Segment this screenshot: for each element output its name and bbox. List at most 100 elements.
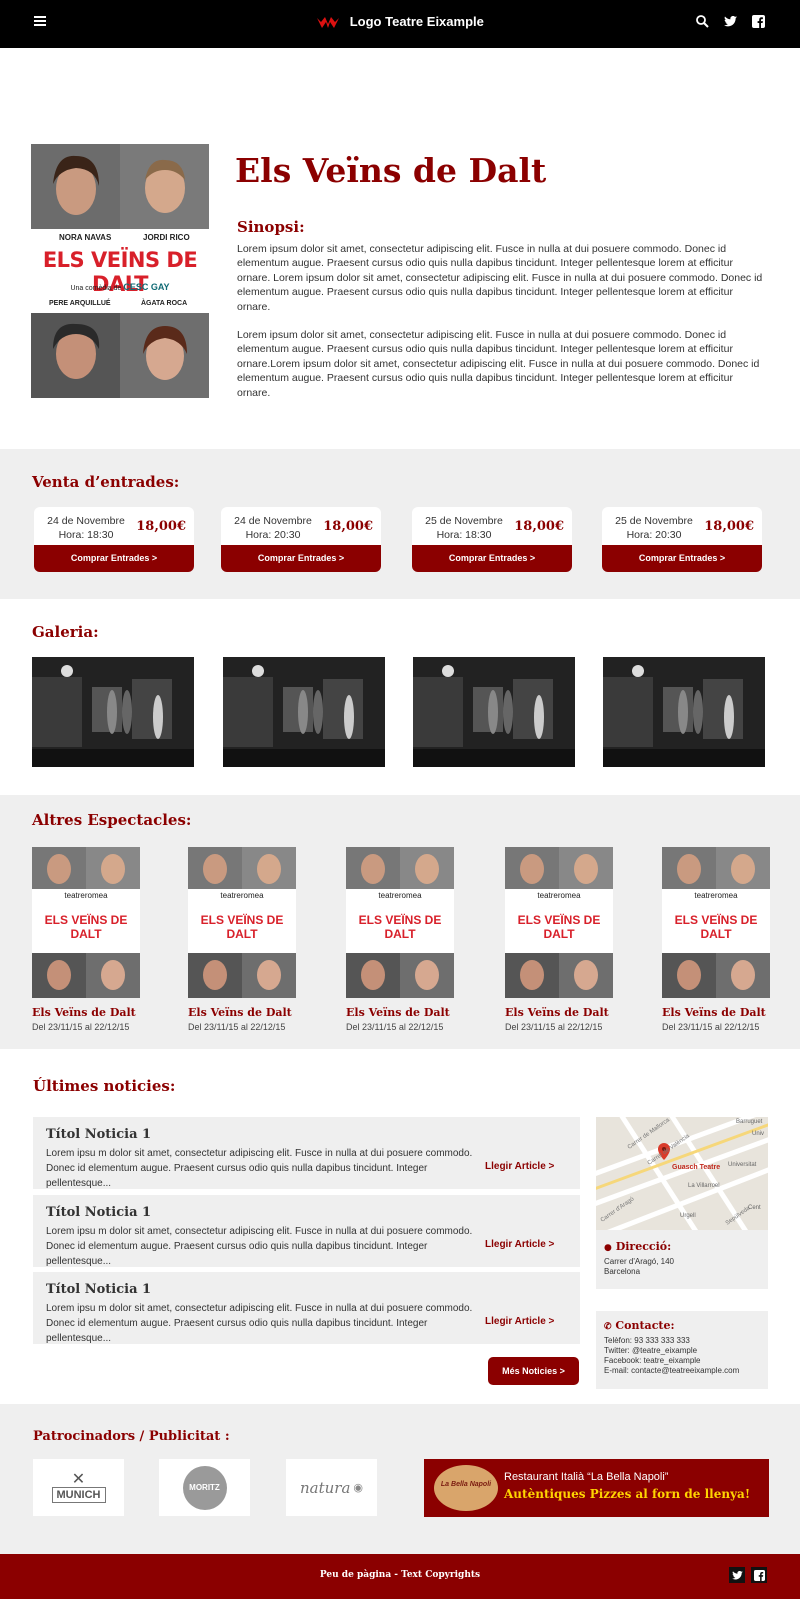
footer-copyright: Peu de pàgina - Text Copyrights xyxy=(319,1570,481,1580)
contact-block: ✆ Contacte: Telèfon: 93 333 333 333 Twit… xyxy=(604,1319,739,1376)
read-article-link[interactable]: Llegir Article > xyxy=(485,1239,554,1250)
facebook-icon[interactable] xyxy=(751,1567,767,1583)
sponsors-section: Patrocinadors / Publicitat : ✕ MUNICH MO… xyxy=(0,1404,800,1554)
show-card[interactable]: teatreromea ELS VEÏNS DE DALT Els Veïns … xyxy=(505,847,615,1032)
search-icon[interactable] xyxy=(694,13,710,29)
ticket-price: 18,00€ xyxy=(136,519,186,534)
ad-banner-la-bella-napoli[interactable]: La Bella Napoli Restaurant Italià “La Be… xyxy=(424,1459,769,1517)
show-card-title: Els Veïns de Dalt xyxy=(662,1006,766,1019)
crown-logo-icon xyxy=(317,16,340,28)
top-navbar: Logo Teatre Eixample xyxy=(0,0,800,48)
synopsis-paragraph: Lorem ipsum dolor sit amet, consectetur … xyxy=(237,243,763,313)
twitter-icon[interactable] xyxy=(729,1567,745,1583)
show-card[interactable]: teatreromea ELS VEÏNS DE DALT Els Veïns … xyxy=(662,847,772,1032)
ticket-card: 25 de Novembre Hora: 18:30 18,00€ Comprar… xyxy=(412,507,572,572)
ticket-date: 24 de Novembre Hora: 20:30 xyxy=(234,515,312,541)
other-shows-heading: Altres Espectacles: xyxy=(32,811,192,829)
poster-subtitle: Una comèdia de CESC GAY xyxy=(31,282,209,292)
news-excerpt: Lorem ipsu m dolor sit amet, consectetur… xyxy=(46,1148,473,1189)
munich-x-icon: ✕ xyxy=(71,1470,86,1488)
show-card-title: Els Veïns de Dalt xyxy=(32,1006,136,1019)
show-card-poster: teatreromea ELS VEÏNS DE DALT xyxy=(188,847,296,998)
gallery-heading: Galeria: xyxy=(32,623,99,641)
buy-tickets-button[interactable]: Comprar Entrades > xyxy=(221,545,381,572)
ticket-price: 18,00€ xyxy=(704,519,754,534)
ad-line-1: Restaurant Italià “La Bella Napoli” xyxy=(504,1471,669,1483)
show-card[interactable]: teatreromea ELS VEÏNS DE DALT Els Veïns … xyxy=(188,847,298,1032)
buy-tickets-button[interactable]: Comprar Entrades > xyxy=(602,545,762,572)
show-card[interactable]: teatreromea ELS VEÏNS DE DALT Els Veïns … xyxy=(32,847,142,1032)
location-map[interactable]: Guasch Teatre Carrer de Mallorca Carrer … xyxy=(596,1117,768,1230)
poster-title: ELS VEÏNS DE DALT xyxy=(200,913,284,941)
show-card-dates: Del 23/11/15 al 22/12/15 xyxy=(346,1022,444,1032)
show-card-dates: Del 23/11/15 al 22/12/15 xyxy=(505,1022,603,1032)
buy-tickets-button[interactable]: Comprar Entrades > xyxy=(34,545,194,572)
ticket-card: 24 de Novembre Hora: 20:30 18,00€ Comprar… xyxy=(221,507,381,572)
gallery-photo[interactable] xyxy=(32,657,194,767)
poster-brand: teatreromea xyxy=(537,891,581,900)
site-logo[interactable]: Logo Teatre Eixample xyxy=(0,14,800,30)
poster-actor-4: ÀGATA ROCA xyxy=(141,300,188,307)
more-news-button[interactable]: Més Noticies > xyxy=(488,1357,579,1385)
gallery-photo[interactable] xyxy=(603,657,765,767)
contact-text: Telèfon: 93 333 333 333 Twitter: @teatre… xyxy=(604,1336,740,1375)
gallery-photo[interactable] xyxy=(223,657,385,767)
tickets-section: Venta d’entrades: 24 de Novembre Hora: 18… xyxy=(0,449,800,599)
news-card: Títol Noticia 1 Lorem ipsu m dolor sit a… xyxy=(33,1195,580,1267)
news-excerpt: Lorem ipsu m dolor sit amet, consectetur… xyxy=(46,1303,473,1344)
map-street: La Villarroel xyxy=(688,1183,720,1189)
news-title: Títol Noticia 1 xyxy=(46,1205,152,1220)
poster-title: ELS VEÏNS DE DALT xyxy=(358,913,442,941)
contact-box: ✆ Contacte: Telèfon: 93 333 333 333 Twit… xyxy=(596,1311,768,1389)
buy-tickets-button[interactable]: Comprar Entrades > xyxy=(412,545,572,572)
poster-actor-1: NORA NAVAS xyxy=(59,233,112,242)
page-title: Els Veïns de Dalt xyxy=(235,151,547,190)
sponsor-logo-natura[interactable]: natura ◉ xyxy=(286,1459,377,1516)
other-shows-section: Altres Espectacles: teatreromea ELS VEÏN… xyxy=(0,795,800,1049)
show-card-poster: teatreromea ELS VEÏNS DE DALT xyxy=(662,847,770,998)
news-excerpt: Lorem ipsu m dolor sit amet, consectetur… xyxy=(46,1226,473,1267)
news-card: Títol Noticia 1 Lorem ipsu m dolor sit a… xyxy=(33,1272,580,1344)
show-card-title: Els Veïns de Dalt xyxy=(346,1006,450,1019)
show-card[interactable]: teatreromea ELS VEÏNS DE DALT Els Veïns … xyxy=(346,847,456,1032)
show-poster: NORA NAVAS JORDI RICO ELS VEÏNS DE DALT … xyxy=(31,144,209,398)
ticket-card: 25 de Novembre Hora: 20:30 18,00€ Comprar… xyxy=(602,507,762,572)
poster-brand: teatreromea xyxy=(220,891,264,900)
show-card-dates: Del 23/11/15 al 22/12/15 xyxy=(662,1022,760,1032)
poster-title: ELS VEÏNS DE DALT xyxy=(674,913,758,941)
read-article-link[interactable]: Llegir Article > xyxy=(485,1316,554,1327)
header-icons xyxy=(694,13,766,29)
ticket-date: 25 de Novembre Hora: 18:30 xyxy=(425,515,503,541)
show-card-dates: Del 23/11/15 al 22/12/15 xyxy=(32,1022,130,1032)
sponsor-logo-munich[interactable]: ✕ MUNICH xyxy=(33,1459,124,1516)
read-article-link[interactable]: Llegir Article > xyxy=(485,1161,554,1172)
show-card-poster: teatreromea ELS VEÏNS DE DALT xyxy=(346,847,454,998)
news-section: Últimes noticies: Títol Noticia 1 Lorem … xyxy=(0,1049,800,1404)
poster-subtitle-prefix: Una comèdia de xyxy=(70,285,122,292)
show-card-dates: Del 23/11/15 al 22/12/15 xyxy=(188,1022,286,1032)
ad-line-2: Autèntiques Pizzes al forn de llenya! xyxy=(504,1487,751,1501)
map-street: Cent xyxy=(748,1205,761,1211)
ticket-price: 18,00€ xyxy=(323,519,373,534)
phone-icon: ✆ xyxy=(604,1322,612,1332)
show-card-poster: teatreromea ELS VEÏNS DE DALT xyxy=(505,847,613,998)
show-header: NORA NAVAS JORDI RICO ELS VEÏNS DE DALT … xyxy=(0,48,800,401)
location-pin-icon: ● xyxy=(604,1243,612,1253)
facebook-icon[interactable] xyxy=(750,13,766,29)
news-title: Títol Noticia 1 xyxy=(46,1282,152,1297)
news-heading: Últimes noticies: xyxy=(33,1077,176,1095)
map-street: Universitat xyxy=(728,1162,757,1168)
show-card-title: Els Veïns de Dalt xyxy=(188,1006,292,1019)
ticket-date: 24 de Novembre Hora: 18:30 xyxy=(47,515,125,541)
ticket-date: 25 de Novembre Hora: 20:30 xyxy=(615,515,693,541)
synopsis-text: Lorem ipsum dolor sit amet, consectetur … xyxy=(237,242,769,400)
show-card-title: Els Veïns de Dalt xyxy=(505,1006,609,1019)
address-label: ● Direcció: xyxy=(604,1240,672,1253)
poster-title: ELS VEÏNS DE DALT xyxy=(517,913,601,941)
gallery-photo[interactable] xyxy=(413,657,575,767)
sponsor-logo-moritz[interactable]: MORITZ xyxy=(159,1459,250,1516)
poster-brand: teatreromea xyxy=(378,891,422,900)
location-box: Guasch Teatre Carrer de Mallorca Carrer … xyxy=(596,1117,768,1289)
twitter-icon[interactable] xyxy=(722,13,738,29)
map-pin-label: Guasch Teatre xyxy=(672,1164,721,1171)
